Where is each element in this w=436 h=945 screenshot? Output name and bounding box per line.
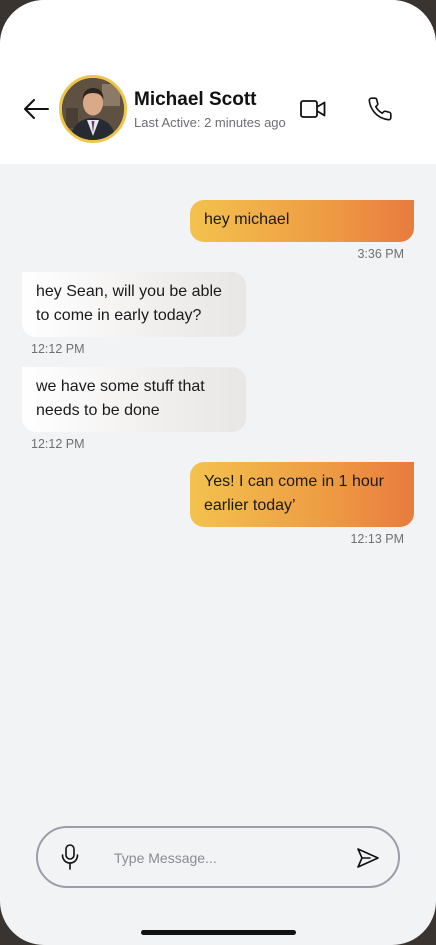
video-camera-icon <box>300 100 326 118</box>
back-button[interactable] <box>20 93 52 125</box>
contact-photo <box>62 78 124 140</box>
home-indicator[interactable] <box>141 930 296 935</box>
chat-header: Michael Scott Last Active: 2 minutes ago <box>0 0 436 164</box>
avatar[interactable] <box>59 75 127 143</box>
message-bubble-incoming[interactable]: we have some stuff that needs to be done <box>22 367 246 432</box>
voice-call-button[interactable] <box>364 93 396 125</box>
message-timestamp: 12:12 PM <box>31 342 85 356</box>
message-timestamp: 3:36 PM <box>357 247 404 261</box>
message-input[interactable] <box>112 845 336 871</box>
message-bubble-outgoing[interactable]: hey michael <box>190 200 414 242</box>
contact-name: Michael Scott <box>134 89 257 110</box>
message-timestamp: 12:12 PM <box>31 437 85 451</box>
last-active-status: Last Active: 2 minutes ago <box>134 115 286 130</box>
message-bubble-incoming[interactable]: hey Sean, will you be able to come in ea… <box>22 272 246 337</box>
send-button[interactable] <box>354 845 382 871</box>
phone-icon <box>368 97 392 121</box>
voice-message-button[interactable] <box>58 843 82 871</box>
microphone-icon <box>61 844 79 870</box>
arrow-left-icon <box>24 99 49 119</box>
video-call-button[interactable] <box>298 94 328 124</box>
chat-screen: Michael Scott Last Active: 2 minutes ago… <box>0 0 436 945</box>
send-icon <box>357 848 379 868</box>
message-bubble-outgoing[interactable]: Yes! I can come in 1 hour earlier today’ <box>190 462 414 527</box>
message-timestamp: 12:13 PM <box>350 532 404 546</box>
